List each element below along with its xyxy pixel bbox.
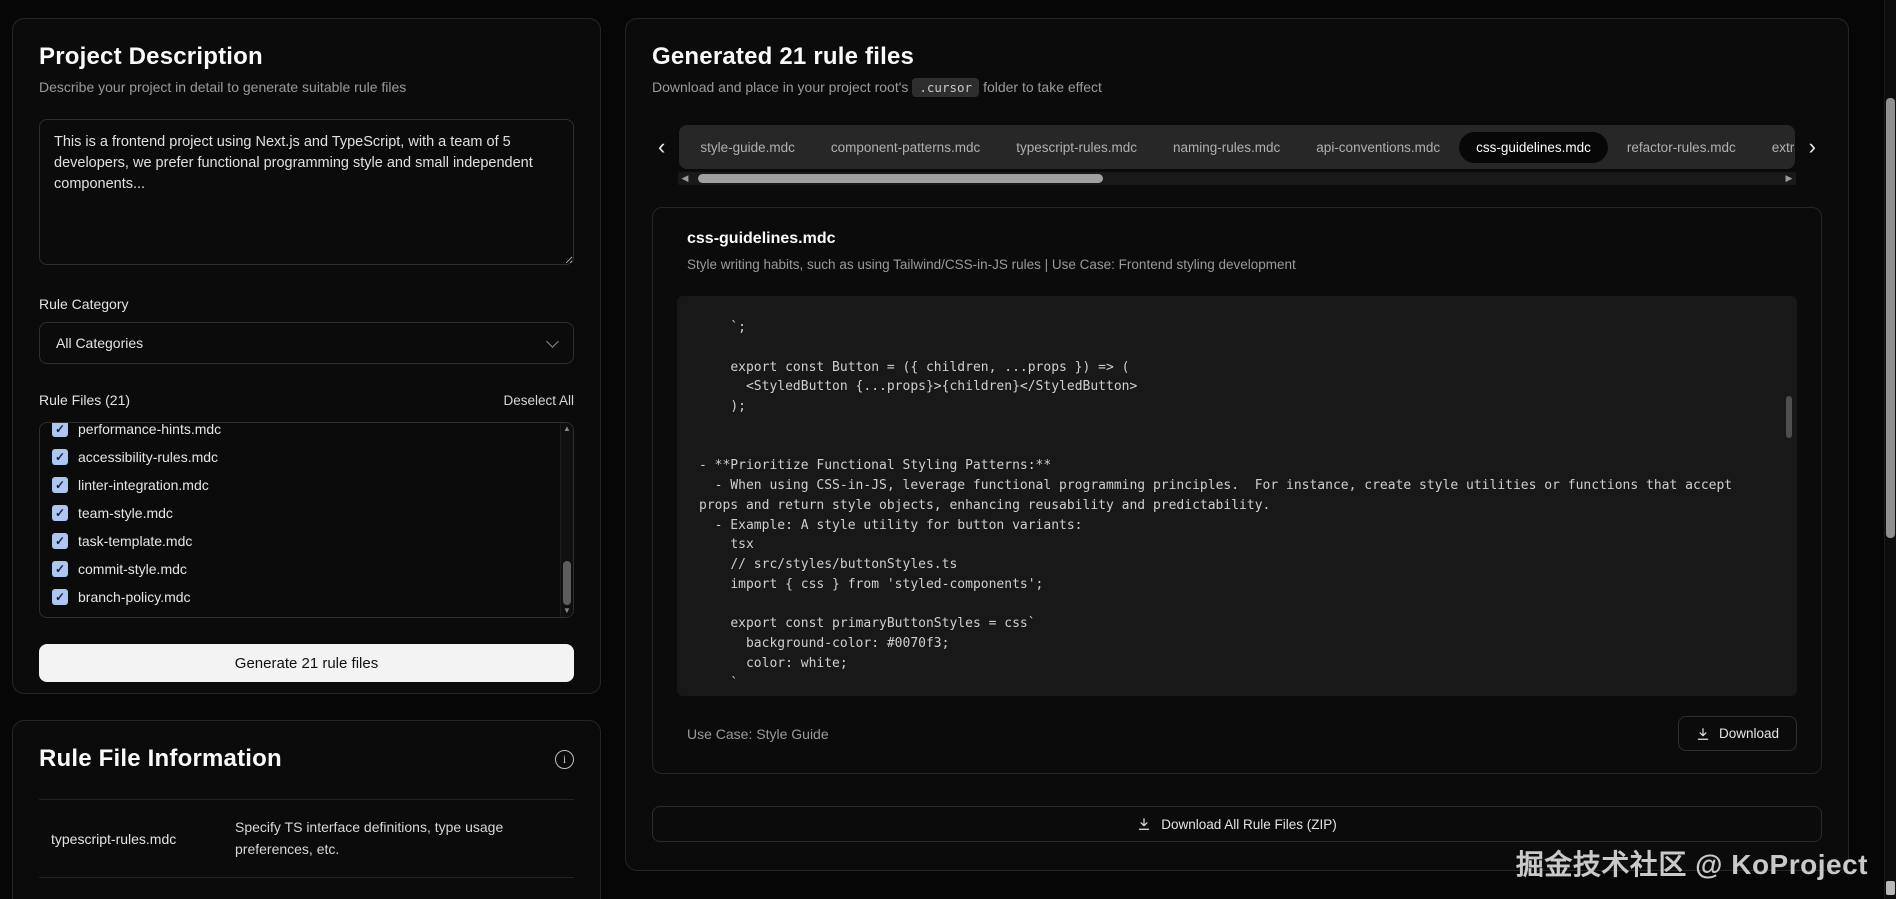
file-tabs-row: ‹ style-guide.mdccomponent-patterns.mdct…	[652, 125, 1822, 169]
download-icon	[1696, 727, 1710, 741]
tab-style-guide-mdc[interactable]: style-guide.mdc	[683, 132, 812, 163]
rule-file-preview-card: css-guidelines.mdc Style writing habits,…	[652, 207, 1822, 774]
scroll-down-arrow-icon[interactable]: ▼	[561, 605, 573, 617]
download-file-button[interactable]: Download	[1678, 716, 1797, 751]
rule-category-label: Rule Category	[39, 296, 574, 312]
project-description-subtitle: Describe your project in detail to gener…	[39, 79, 574, 95]
rule-files-list: ✓ performance-hints.mdc ✓ accessibility-rul…	[39, 422, 574, 618]
hscroll-right-arrow-icon[interactable]: ▶	[1782, 172, 1796, 185]
code-scroll-thumb[interactable]	[1786, 396, 1792, 438]
generated-files-subtitle: Download and place in your project root'…	[652, 79, 1822, 95]
hscroll-thumb[interactable]	[698, 174, 1103, 183]
rule-file-information-card: Rule File Information i typescript-rules…	[12, 720, 601, 899]
checkbox-checked-icon[interactable]: ✓	[52, 422, 68, 437]
left-column: Project Description Describe your projec…	[12, 18, 601, 899]
checkbox-checked-icon[interactable]: ✓	[52, 505, 68, 521]
rule-file-item[interactable]: ✓ performance-hints.mdc	[52, 422, 561, 443]
code-content: `; export const Button = ({ children, ..…	[699, 318, 1771, 693]
download-button-label: Download	[1719, 726, 1779, 741]
generated-files-card: Generated 21 rule files Download and pla…	[625, 18, 1849, 871]
rule-info-description: Specify TS interface definitions, type u…	[235, 817, 566, 860]
checkbox-checked-icon[interactable]: ✓	[52, 449, 68, 465]
download-all-icon	[1137, 817, 1151, 831]
rule-file-name: task-template.mdc	[78, 533, 192, 549]
rule-file-name: performance-hints.mdc	[78, 422, 221, 437]
preview-filename: css-guidelines.mdc	[687, 230, 1797, 248]
rule-category-value: All Categories	[56, 335, 143, 351]
rule-info-row: typescript-rules.mdc Specify TS interface…	[39, 800, 574, 878]
chevron-down-icon	[546, 335, 559, 348]
code-preview-block[interactable]: `; export const Button = ({ children, ..…	[677, 296, 1797, 696]
rule-file-info-table: typescript-rules.mdc Specify TS interface…	[39, 799, 574, 878]
preview-description: Style writing habits, such as using Tail…	[687, 257, 1797, 272]
rule-file-name: team-style.mdc	[78, 505, 173, 521]
rule-file-item[interactable]: ✓ team-style.mdc	[52, 499, 561, 527]
tabs-horizontal-scrollbar[interactable]: ◀ ▶	[678, 172, 1796, 185]
cursor-folder-chip: .cursor	[912, 78, 979, 97]
generated-files-title: Generated 21 rule files	[652, 43, 1822, 71]
hscroll-track[interactable]	[692, 172, 1782, 185]
rule-file-item[interactable]: ✓ task-template.mdc	[52, 527, 561, 555]
page-scroll-thumb[interactable]	[1886, 98, 1895, 538]
tab-refactor-rules-mdc[interactable]: refactor-rules.mdc	[1610, 132, 1753, 163]
hscroll-left-arrow-icon[interactable]: ◀	[678, 172, 692, 185]
checkbox-checked-icon[interactable]: ✓	[52, 561, 68, 577]
rule-file-name: branch-policy.mdc	[78, 589, 191, 605]
page-scroll-bottom-nub	[1886, 881, 1895, 895]
rule-files-header: Rule Files (21) Deselect All	[39, 392, 574, 408]
tab-css-guidelines-mdc[interactable]: css-guidelines.mdc	[1459, 132, 1608, 163]
rule-file-item[interactable]: ✓ linter-integration.mdc	[52, 471, 561, 499]
download-all-button[interactable]: Download All Rule Files (ZIP)	[652, 806, 1822, 842]
deselect-all-button[interactable]: Deselect All	[503, 393, 574, 408]
watermark: 掘金技术社区 @ KoProject	[1516, 843, 1868, 883]
rule-files-count-label: Rule Files (21)	[39, 392, 130, 408]
tab-api-conventions-mdc[interactable]: api-conventions.mdc	[1299, 132, 1457, 163]
page-scrollbar[interactable]	[1884, 0, 1896, 899]
rule-file-information-title: Rule File Information	[39, 745, 282, 773]
rule-file-item[interactable]: ✓ branch-policy.mdc	[52, 583, 561, 611]
project-description-card: Project Description Describe your projec…	[12, 18, 601, 694]
tab-component-patterns-mdc[interactable]: component-patterns.mdc	[814, 132, 997, 163]
rule-file-name: accessibility-rules.mdc	[78, 449, 218, 465]
scroll-up-arrow-icon[interactable]: ▲	[561, 423, 573, 435]
tab-typescript-rules-mdc[interactable]: typescript-rules.mdc	[999, 132, 1154, 163]
project-description-title: Project Description	[39, 43, 574, 71]
file-tabstrip: style-guide.mdccomponent-patterns.mdctyp…	[679, 125, 1794, 169]
right-column: Generated 21 rule files Download and pla…	[625, 18, 1849, 871]
tab-extract-patterns-mdc[interactable]: extract-patterns.mdc	[1755, 132, 1795, 163]
download-all-label: Download All Rule Files (ZIP)	[1161, 817, 1337, 832]
rule-info-filename: typescript-rules.mdc	[51, 831, 209, 847]
checkbox-checked-icon[interactable]: ✓	[52, 533, 68, 549]
project-description-input[interactable]: This is a frontend project using Next.js…	[39, 119, 574, 265]
tabs-scroll-left-button[interactable]: ‹	[652, 136, 671, 158]
rule-file-name: linter-integration.mdc	[78, 477, 209, 493]
checkbox-checked-icon[interactable]: ✓	[52, 477, 68, 493]
rule-file-item[interactable]: ✓ accessibility-rules.mdc	[52, 443, 561, 471]
rule-files-scroll-thumb[interactable]	[563, 561, 571, 605]
checkbox-checked-icon[interactable]: ✓	[52, 589, 68, 605]
tab-naming-rules-mdc[interactable]: naming-rules.mdc	[1156, 132, 1297, 163]
info-icon[interactable]: i	[555, 750, 574, 769]
rule-files-scrollbar[interactable]: ▲ ▼	[560, 423, 573, 617]
generate-rules-button[interactable]: Generate 21 rule files	[39, 644, 574, 682]
rule-category-select[interactable]: All Categories	[39, 322, 574, 364]
tabs-scroll-right-button[interactable]: ›	[1803, 136, 1822, 158]
rule-file-name: commit-style.mdc	[78, 561, 187, 577]
preview-footer: Use Case: Style Guide Download	[677, 716, 1797, 751]
use-case-label: Use Case: Style Guide	[687, 726, 829, 742]
rule-file-item[interactable]: ✓ commit-style.mdc	[52, 555, 561, 583]
